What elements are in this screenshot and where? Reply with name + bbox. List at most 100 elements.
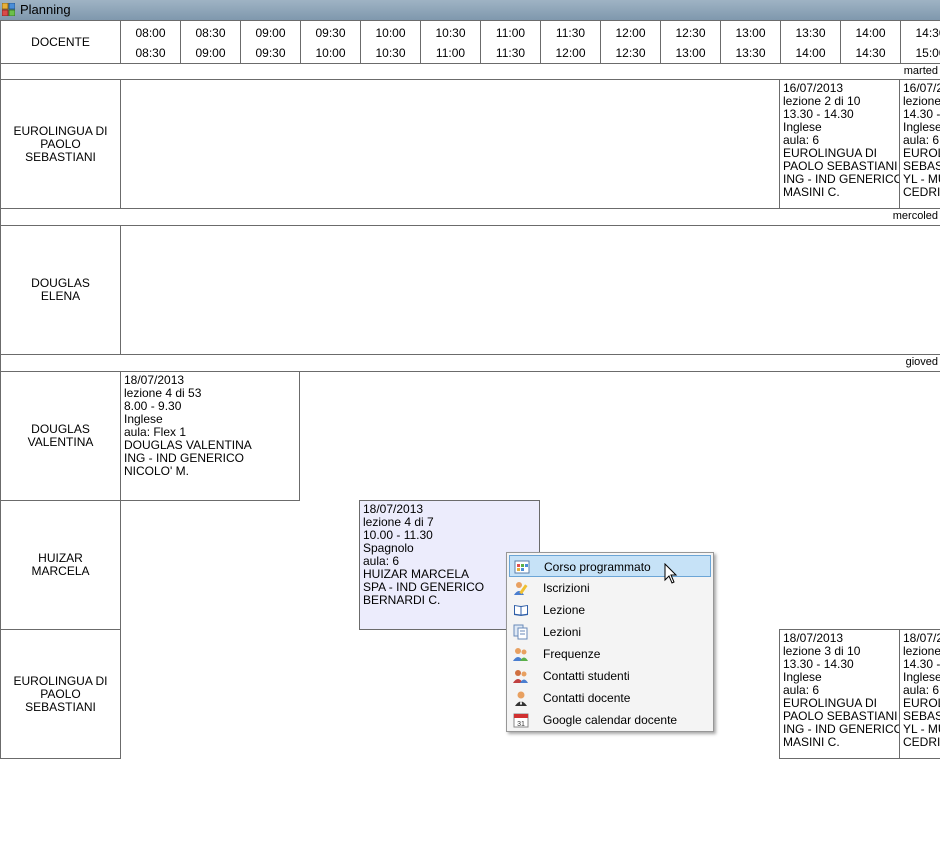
- mouse-cursor-icon: [664, 563, 678, 584]
- people-icon: [513, 648, 528, 661]
- menu-item-frequenze[interactable]: Frequenze: [509, 643, 711, 665]
- lesson-block[interactable]: 18/07/2lezione 414.30 -Ingleseaula: 6EUR…: [899, 629, 940, 759]
- people-pencil-icon: [514, 582, 528, 595]
- slot-end-time: 14:00: [795, 46, 826, 60]
- lesson-block[interactable]: 18/07/2013 lezione 4 di 53 8.00 - 9.30 Ingl…: [120, 371, 300, 501]
- day-label: gioved: [905, 356, 938, 368]
- slot-start-time: 13:00: [735, 26, 766, 40]
- slot-start-time: 08:00: [135, 26, 166, 40]
- slot-start-time: 12:30: [675, 26, 706, 40]
- google-calendar-icon: 31: [513, 713, 529, 728]
- day-label: mercoled: [892, 210, 938, 222]
- slot-start-time: 09:30: [315, 26, 346, 40]
- student-contacts-icon: [513, 670, 528, 683]
- slot-end-time: 09:00: [195, 46, 226, 60]
- menu-item-label: Lezioni: [543, 625, 582, 639]
- time-slot-header: 10:30 11:00: [420, 20, 481, 64]
- time-slot-header: 11:30 12:00: [540, 20, 601, 64]
- teacher-name: HUIZAR MARCELA: [31, 551, 90, 578]
- day-separator-wednesday: mercoled: [0, 208, 940, 226]
- row-body[interactable]: [120, 225, 940, 355]
- teacher-name: EUROLINGUA DI PAOLO SEBASTIANI: [13, 673, 108, 714]
- slot-end-time: 15:00: [915, 46, 940, 60]
- app-icon: [2, 3, 15, 16]
- teacher-row-label[interactable]: DOUGLAS ELENA: [0, 225, 121, 355]
- slot-end-time: 14:30: [855, 46, 886, 60]
- menu-item-contatti-studenti[interactable]: Contatti studenti: [509, 665, 711, 687]
- time-slot-header: 08:00 08:30: [120, 20, 181, 64]
- slot-start-time: 11:00: [495, 26, 526, 40]
- slot-start-time: 14:00: [855, 26, 886, 40]
- menu-item-lezione[interactable]: Lezione: [509, 599, 711, 621]
- menu-item-label: Google calendar docente: [543, 713, 678, 727]
- slot-end-time: 12:30: [615, 46, 646, 60]
- time-slot-header: 11:00 11:30: [480, 20, 541, 64]
- day-separator-tuesday: marted: [0, 63, 940, 80]
- time-slot-header: 12:00 12:30: [600, 20, 661, 64]
- menu-item-label: Frequenze: [543, 647, 601, 661]
- slot-start-time: 10:30: [435, 26, 466, 40]
- slot-start-time: 13:30: [795, 26, 826, 40]
- time-slot-header: 10:00 10:30: [360, 20, 421, 64]
- menu-item-corso-programmato[interactable]: Corso programmato: [509, 555, 711, 577]
- header-docente: DOCENTE: [0, 20, 121, 64]
- slot-end-time: 13:00: [675, 46, 706, 60]
- open-book-icon: [514, 605, 528, 616]
- teacher-row-label[interactable]: DOUGLAS VALENTINA: [0, 371, 121, 501]
- time-slot-header: 14:30 15:00: [900, 20, 940, 64]
- menu-item-google-calendar-docente[interactable]: 31 Google calendar docente: [509, 709, 711, 731]
- lesson-line: NICOLO' M.: [124, 464, 189, 478]
- planning-grid: DOCENTE 08:00 08:30 08:30 09:00 09:00 09:30 09…: [0, 20, 940, 760]
- time-slot-header: 08:30 09:00: [180, 20, 241, 64]
- teacher-row-label[interactable]: HUIZAR MARCELA: [0, 500, 121, 630]
- menu-item-label: Contatti docente: [543, 691, 631, 705]
- menu-item-iscrizioni[interactable]: Iscrizioni: [509, 577, 711, 599]
- time-slot-header: 09:00 09:30: [240, 20, 301, 64]
- slot-end-time: 13:30: [735, 46, 766, 60]
- slot-end-time: 12:00: [555, 46, 586, 60]
- documents-icon: [513, 624, 528, 640]
- menu-item-lezioni[interactable]: Lezioni: [509, 621, 711, 643]
- teacher-icon: [515, 691, 527, 706]
- slot-start-time: 12:00: [615, 26, 646, 40]
- lesson-block[interactable]: 16/07/2013 lezione 2 di 10 13.30 - 14.30 In…: [779, 79, 900, 209]
- lesson-line: MASINI C.: [783, 735, 840, 749]
- teacher-name: EUROLINGUA DI PAOLO SEBASTIANI: [13, 123, 108, 164]
- lesson-block[interactable]: 16/07/2lezione 314.30 -Ingleseaula: 6EUR…: [899, 79, 940, 209]
- menu-item-label: Corso programmato: [544, 560, 651, 574]
- menu-item-label: Contatti studenti: [543, 669, 630, 683]
- slot-start-time: 14:30: [915, 26, 940, 40]
- lesson-line: CEDRIN: [903, 185, 940, 199]
- day-label: marted: [903, 65, 938, 77]
- calendar-grid-icon: [514, 560, 530, 574]
- slot-end-time: 10:00: [315, 46, 346, 60]
- time-slot-header: 13:00 13:30: [720, 20, 781, 64]
- svg-text:31: 31: [517, 721, 525, 728]
- window-title: Planning: [20, 2, 71, 17]
- teacher-name: DOUGLAS ELENA: [31, 276, 90, 303]
- slot-start-time: 09:00: [255, 26, 286, 40]
- lesson-line: CEDRIN: [903, 735, 940, 749]
- context-menu: Corso programmato Iscrizioni Lezione Lez…: [506, 552, 714, 732]
- slot-end-time: 09:30: [255, 46, 286, 60]
- slot-end-time: 11:30: [495, 46, 526, 60]
- slot-end-time: 08:30: [135, 46, 166, 60]
- time-slot-header: 09:30 10:00: [300, 20, 361, 64]
- title-bar: Planning: [0, 0, 940, 20]
- menu-item-label: Lezione: [543, 603, 586, 617]
- teacher-row-label[interactable]: EUROLINGUA DI PAOLO SEBASTIANI: [0, 629, 121, 759]
- menu-item-contatti-docente[interactable]: Contatti docente: [509, 687, 711, 709]
- teacher-name: DOUGLAS VALENTINA: [27, 422, 94, 449]
- teacher-row-label[interactable]: EUROLINGUA DI PAOLO SEBASTIANI: [0, 79, 121, 209]
- menu-item-label: Iscrizioni: [543, 581, 590, 595]
- time-slot-header: 13:30 14:00: [780, 20, 841, 64]
- lesson-block[interactable]: 18/07/2013 lezione 3 di 10 13.30 - 14.30 In…: [779, 629, 900, 759]
- slot-end-time: 11:00: [435, 46, 466, 60]
- slot-end-time: 10:30: [375, 46, 406, 60]
- slot-start-time: 10:00: [375, 26, 406, 40]
- time-slot-header: 12:30 13:00: [660, 20, 721, 64]
- time-slot-header: 14:00 14:30: [840, 20, 901, 64]
- slot-start-time: 08:30: [195, 26, 226, 40]
- lesson-line: MASINI C.: [783, 185, 840, 199]
- header-docente-label: DOCENTE: [31, 34, 90, 49]
